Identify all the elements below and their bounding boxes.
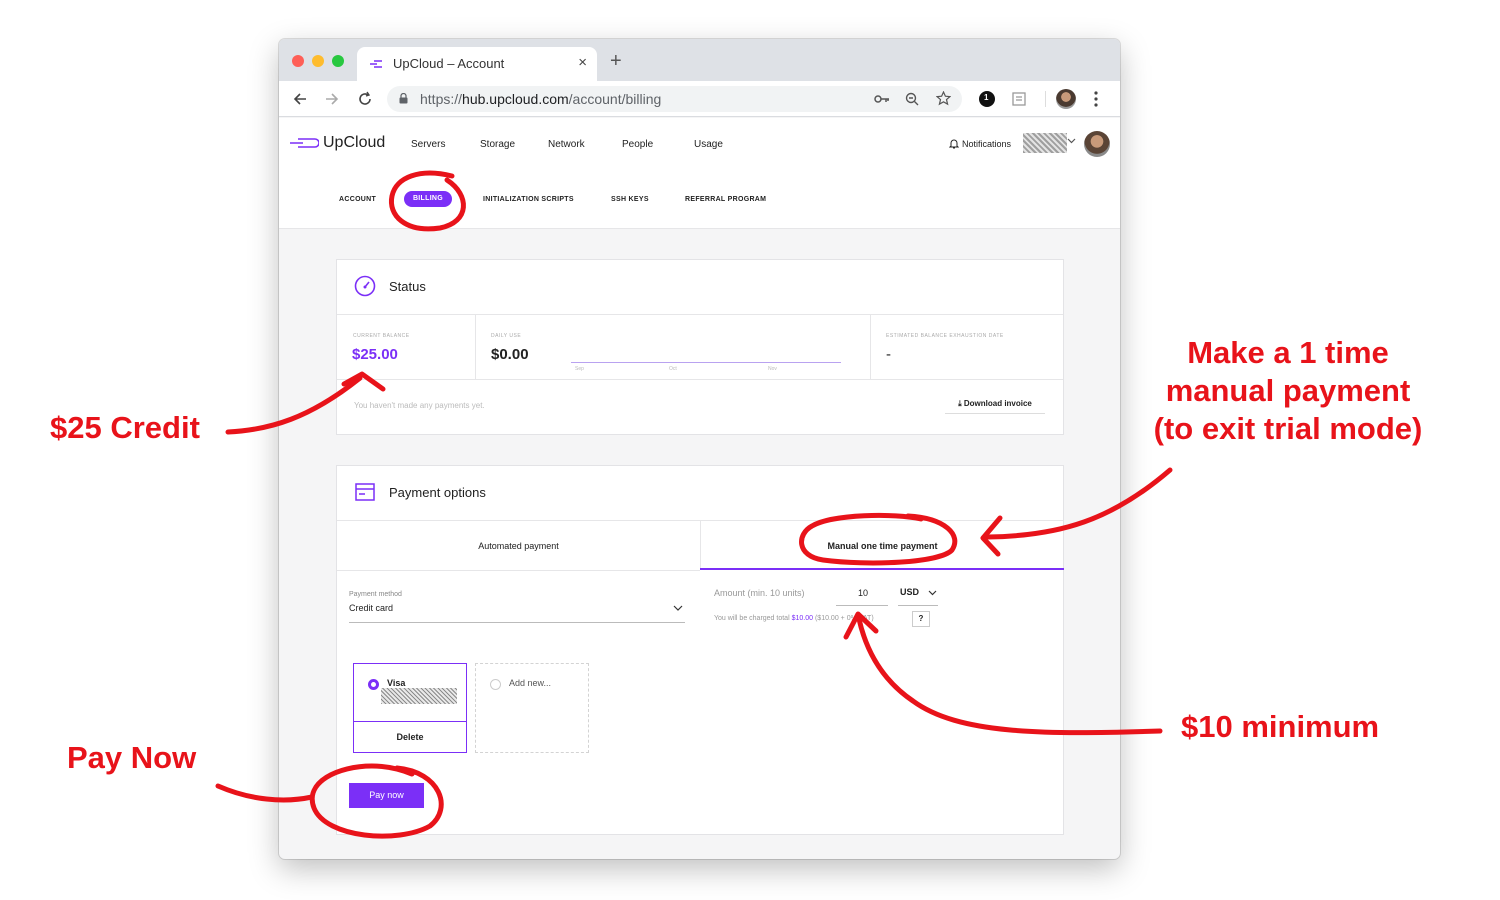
annotation-manual-arrow bbox=[985, 467, 1173, 540]
annotation-manual-line: Make a 1 time bbox=[1187, 335, 1389, 370]
annotation-billing-circle bbox=[388, 170, 466, 232]
annotation-credit-label: $25 Credit bbox=[50, 410, 200, 445]
annotation-minimum-arrow bbox=[856, 616, 1163, 736]
annotation-paynow-swoosh bbox=[215, 783, 315, 803]
annotation-manual-circle bbox=[799, 512, 958, 566]
annotation-manual-line: (to exit trial mode) bbox=[1153, 411, 1423, 446]
annotation-minimum-label: $10 minimum bbox=[1181, 709, 1380, 744]
annotation-credit-arrow bbox=[225, 375, 363, 435]
annotation-manual-line: manual payment bbox=[1165, 373, 1411, 408]
annotation-paynow-label: Pay Now bbox=[67, 740, 197, 775]
annotation-paynow-circle bbox=[309, 763, 444, 839]
annotation-marks bbox=[215, 170, 1173, 839]
annotation-manual-label: Make a 1 time manual payment (to exit tr… bbox=[1142, 334, 1434, 448]
